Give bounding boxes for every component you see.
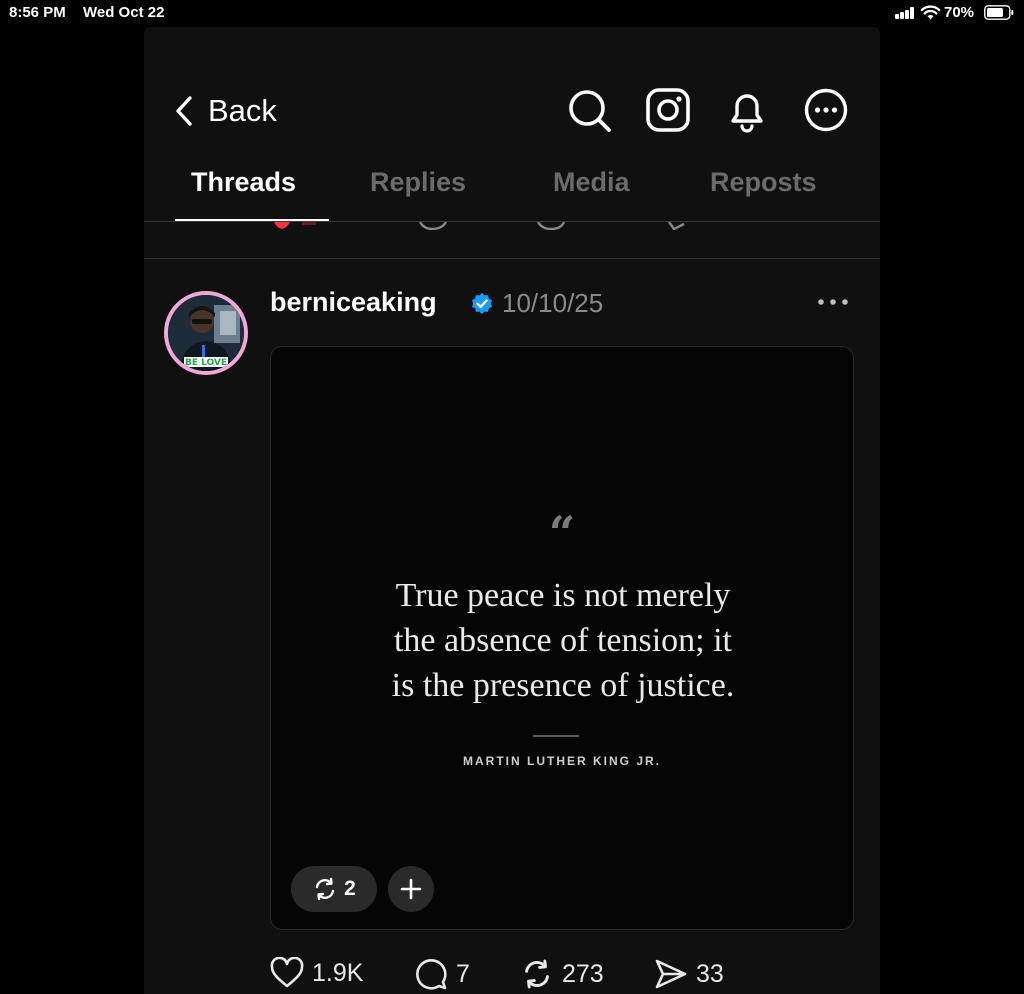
comment-icon <box>416 959 447 990</box>
reply-button[interactable]: 7 <box>414 957 470 991</box>
send-icon <box>655 959 687 989</box>
quote-line: is the presence of justice. <box>391 667 735 704</box>
profile-tabs: Threads Replies Media Reposts <box>144 167 880 221</box>
share-count: 33 <box>696 959 724 988</box>
battery-percentage: 70% <box>944 4 975 21</box>
avatar[interactable]: BE LOVE <box>164 291 248 375</box>
post-username[interactable]: berniceaking <box>270 287 437 318</box>
plus-icon <box>400 878 422 900</box>
like-count: 1.9K <box>312 958 364 987</box>
tab-replies[interactable]: Replies <box>370 167 466 198</box>
repost-count: 273 <box>562 959 604 988</box>
avatar-caption: BE LOVE <box>185 358 227 368</box>
more-dots-icon[interactable] <box>816 295 850 309</box>
bell-icon[interactable] <box>724 87 770 133</box>
wifi-icon <box>920 5 941 20</box>
add-button[interactable] <box>388 866 434 912</box>
repost-icon <box>525 959 549 989</box>
post-date: 10/10/25 <box>502 288 604 318</box>
tab-media[interactable]: Media <box>553 167 630 198</box>
status-time: 8:56 PM <box>9 4 66 21</box>
quote-text: True peace is not merely the absence of … <box>331 573 795 708</box>
back-button[interactable]: Back <box>174 91 277 131</box>
repost-count-pill[interactable]: 2 <box>291 866 377 912</box>
profile-panel: Back Threads Replies Media Reposts BE LO… <box>144 27 880 994</box>
avatar-photo: BE LOVE <box>168 295 244 371</box>
instagram-icon[interactable] <box>645 87 691 133</box>
quote-line: the absence of tension; it <box>393 622 732 659</box>
battery-icon <box>984 5 1014 20</box>
more-circle-icon[interactable] <box>803 87 849 133</box>
repost-pill-count: 2 <box>344 877 356 900</box>
chevron-left-icon <box>176 96 192 126</box>
post-actions: 1.9K 7 273 33 <box>270 957 870 994</box>
search-icon[interactable] <box>566 87 612 133</box>
back-label: Back <box>208 93 277 128</box>
quote-divider <box>533 735 579 737</box>
tab-reposts[interactable]: Reposts <box>710 167 817 198</box>
status-bar: 8:56 PM Wed Oct 22 70% <box>0 0 1024 26</box>
post-image[interactable]: “ True peace is not merely the absence o… <box>270 346 854 930</box>
like-button[interactable]: 1.9K <box>270 957 363 989</box>
repost-button[interactable]: 273 <box>520 957 604 991</box>
status-date: Wed Oct 22 <box>83 4 165 21</box>
reply-count: 7 <box>456 959 470 988</box>
share-button[interactable]: 33 <box>654 957 724 991</box>
verified-icon <box>472 293 492 314</box>
quote-author: MARTIN LUTHER KING JR. <box>463 754 661 768</box>
quote-mark: “ <box>548 506 576 560</box>
tab-threads[interactable]: Threads <box>191 167 296 198</box>
quote-line: True peace is not merely <box>395 577 731 614</box>
repost-icon <box>315 877 335 901</box>
previous-post-actions-peek <box>274 222 685 230</box>
post-divider <box>144 258 880 259</box>
heart-icon <box>270 957 304 988</box>
cellular-signal-icon <box>895 7 916 19</box>
